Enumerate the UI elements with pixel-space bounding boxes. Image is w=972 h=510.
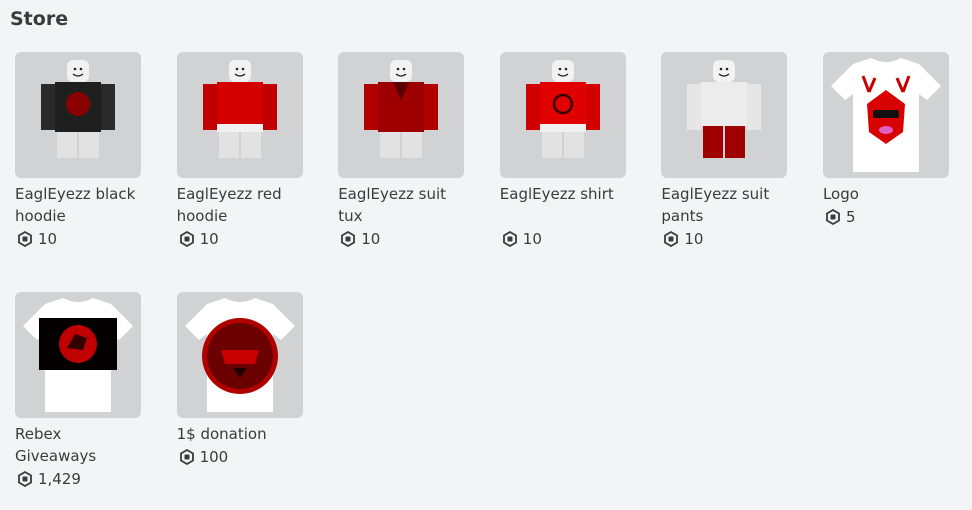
item-price: 100: [177, 447, 303, 467]
store-item[interactable]: EaglEyezz shirt 10: [499, 52, 626, 292]
item-name[interactable]: EaglEyezz suit pants: [661, 183, 787, 227]
item-price: 10: [177, 229, 303, 249]
price-value: 10: [38, 230, 58, 248]
robux-icon: [18, 471, 32, 487]
item-price: 10: [15, 229, 141, 249]
robux-icon: [341, 231, 356, 247]
price-value: 10: [522, 230, 542, 248]
item-name[interactable]: EaglEyezz black hoodie: [15, 183, 141, 227]
item-name[interactable]: EaglEyezz shirt: [500, 183, 626, 227]
store-title: Store: [10, 8, 69, 30]
item-name[interactable]: Rebex Giveaways: [15, 423, 141, 467]
store-grid: EaglEyezz black hoodie 10 EaglEyezz red …: [15, 52, 965, 510]
store-item[interactable]: 1$ donation 100: [176, 292, 303, 510]
item-price: 10: [338, 229, 464, 249]
store-page: Store EaglEyezz black hoodie 10 EaglEyez…: [0, 0, 972, 510]
avatar-shirt-thumbnail[interactable]: [499, 52, 626, 178]
robux-icon: [179, 231, 194, 247]
store-item[interactable]: EaglEyezz red hoodie 10: [176, 52, 303, 292]
avatar-suit-pants-thumbnail[interactable]: [661, 52, 788, 178]
price-value: 10: [199, 230, 219, 248]
store-item[interactable]: EaglEyezz black hoodie 10: [15, 52, 141, 292]
price-value: 5: [845, 208, 856, 226]
tshirt-logo-thumbnail[interactable]: [822, 52, 949, 178]
tshirt-rebex-thumbnail[interactable]: [15, 292, 141, 418]
item-price: 10: [500, 229, 626, 249]
robux-icon: [18, 231, 32, 247]
avatar-red-hoodie-thumbnail[interactable]: [176, 52, 303, 178]
robux-icon: [502, 231, 517, 247]
item-name[interactable]: EaglEyezz suit tux: [338, 183, 464, 227]
item-name[interactable]: EaglEyezz red hoodie: [177, 183, 303, 227]
avatar-suit-tux-thumbnail[interactable]: [338, 52, 465, 178]
robux-icon: [664, 231, 679, 247]
store-item[interactable]: Logo 5: [822, 52, 949, 292]
price-value: 100: [199, 448, 229, 466]
item-price: 1,429: [15, 469, 141, 489]
avatar-black-hoodie-thumbnail[interactable]: [15, 52, 141, 178]
price-value: 10: [684, 230, 704, 248]
price-value: 1,429: [38, 470, 81, 488]
tshirt-donation-thumbnail[interactable]: [176, 292, 303, 418]
item-price: 10: [661, 229, 787, 249]
store-item[interactable]: EaglEyezz suit tux 10: [338, 52, 465, 292]
item-price: 5: [823, 207, 949, 227]
store-item[interactable]: Rebex Giveaways 1,429: [15, 292, 141, 510]
robux-icon: [826, 209, 840, 225]
store-item[interactable]: EaglEyezz suit pants 10: [661, 52, 788, 292]
robux-icon: [179, 449, 194, 465]
price-value: 10: [361, 230, 381, 248]
